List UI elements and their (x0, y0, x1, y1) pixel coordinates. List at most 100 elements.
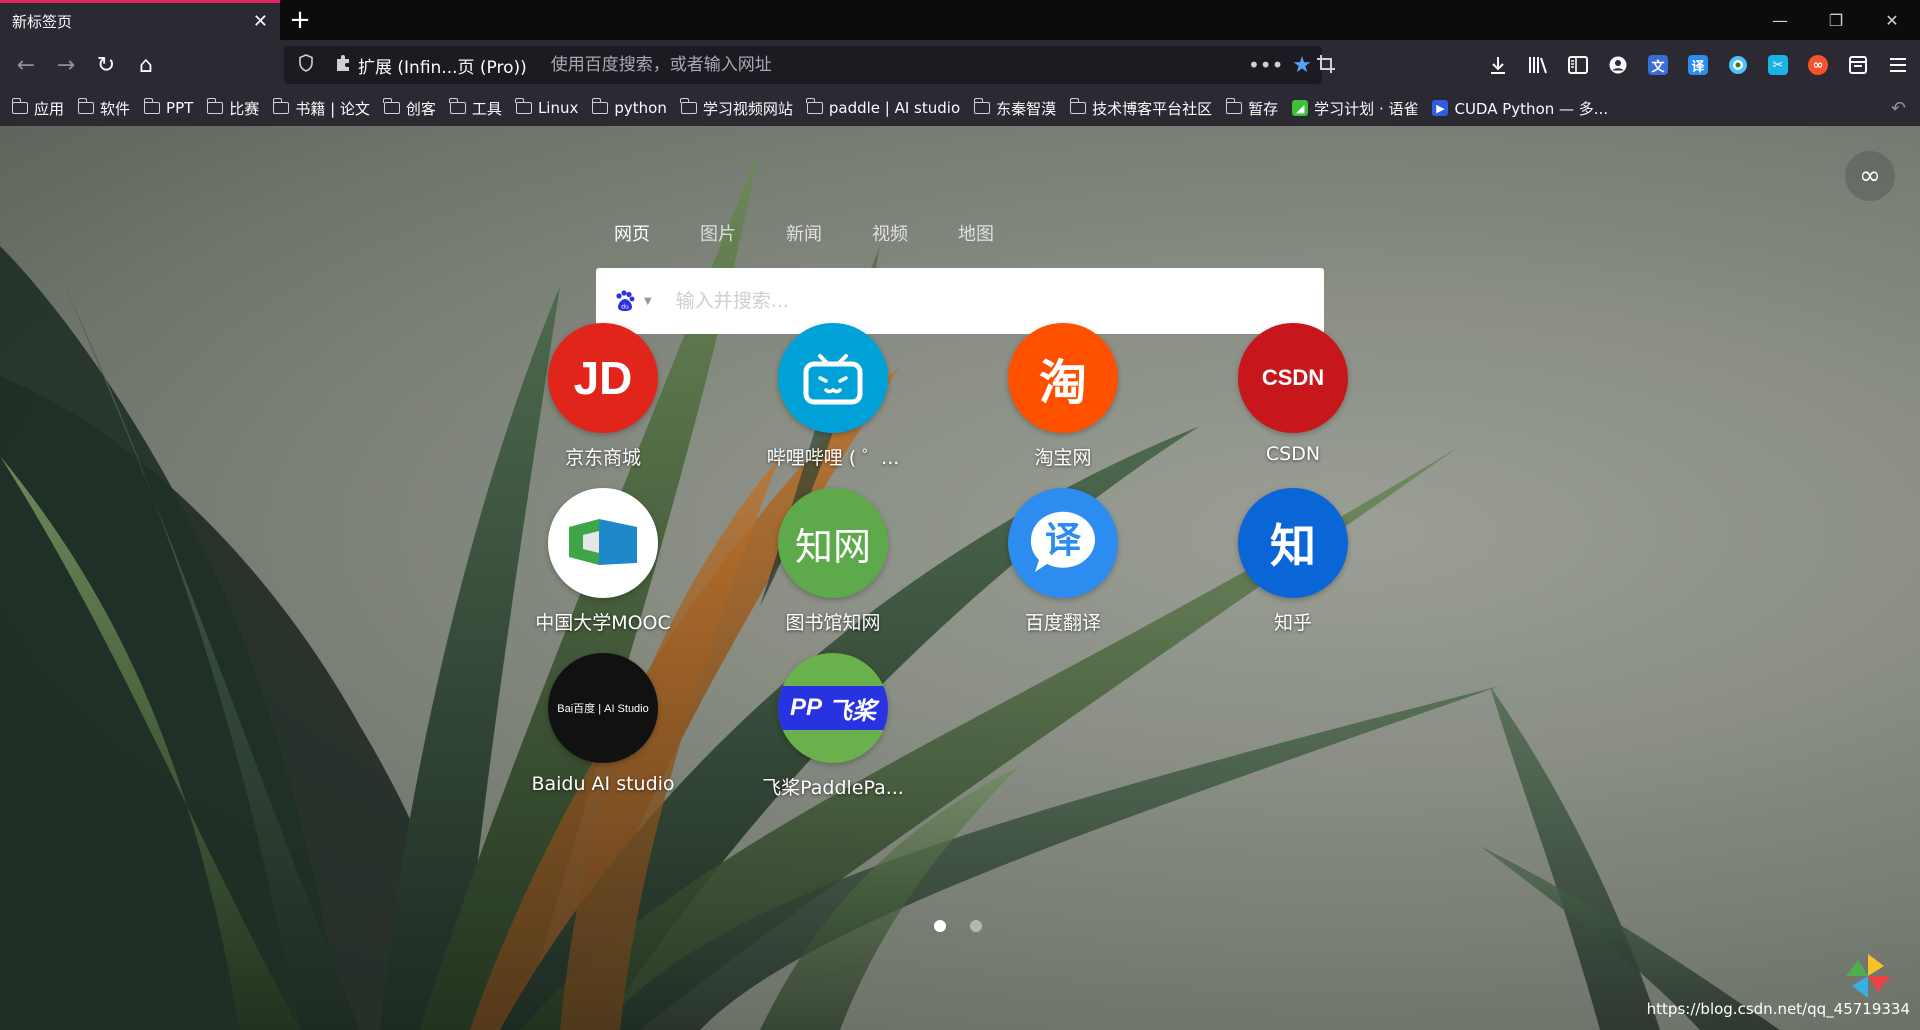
reload-button[interactable]: ↻ (90, 49, 122, 81)
baidu-paw-icon[interactable]: du (612, 288, 638, 314)
bookmark-folder-ppt[interactable]: PPT (143, 98, 193, 117)
folder-icon (515, 98, 532, 114)
download-icon[interactable] (1482, 49, 1514, 81)
bookmark-folder-competition[interactable]: 比赛 (206, 98, 259, 119)
home-button[interactable]: ⌂ (130, 49, 162, 81)
minimize-button[interactable]: — (1752, 0, 1808, 40)
bookmark-folder-video-sites[interactable]: 学习视频网站 (680, 98, 793, 119)
folder-icon (143, 98, 161, 114)
url-input[interactable] (548, 54, 1248, 76)
svg-text:译: 译 (1045, 520, 1082, 561)
url-bar[interactable]: 扩展 (Infin...页 (Pro)) ••• ★ (284, 46, 1322, 84)
folder-icon (680, 98, 697, 114)
bookmark-folder-tech-blogs[interactable]: 技术博客平台社区 (1069, 98, 1212, 119)
chevron-down-icon[interactable]: ▼ (644, 296, 652, 307)
yuque-icon: ◢ (1292, 100, 1309, 116)
background-plant-image (0, 126, 1920, 1030)
folder-icon (272, 98, 290, 114)
forward-button[interactable]: → (50, 49, 82, 81)
tab-new-tab[interactable]: 新标签页 ✕ (0, 0, 280, 40)
pinwheel-icon[interactable] (1844, 952, 1892, 1000)
taobao-logo-icon: 淘 (1008, 323, 1118, 433)
restore-button[interactable]: ❐ (1808, 0, 1864, 40)
bookmark-folder-python[interactable]: python (591, 98, 667, 117)
folder-icon (206, 98, 224, 114)
tile-baidu-translate[interactable]: 译 百度翻译 (978, 488, 1148, 635)
toolbar-icons: 文 译 ✂ ∞ (1482, 49, 1914, 81)
folder-icon (77, 98, 95, 114)
tile-jd[interactable]: JD 京东商城 (518, 323, 688, 470)
search-input[interactable] (673, 289, 1324, 313)
infinity-settings-button[interactable]: ∞ (1845, 151, 1895, 201)
search-tab-video[interactable]: 视频 (872, 220, 908, 246)
tab-strip: 新标签页 ✕ + — ❐ ✕ (0, 0, 1920, 40)
bookmark-folder-dongqin[interactable]: 东秦智漠 (973, 98, 1056, 119)
screenshot-icon[interactable]: ✂ (1762, 49, 1794, 81)
baidu-translate-icon: 译 (1008, 488, 1118, 598)
tab-title: 新标签页 (12, 13, 73, 31)
folder-icon (383, 98, 400, 114)
bookmark-cuda-python[interactable]: ▶ CUDA Python — 多... (1432, 98, 1608, 119)
tile-bilibili[interactable]: 哔哩哔哩 ( ゜... (748, 323, 918, 470)
nav-bar: ← → ↻ ⌂ 扩展 (Infin...页 (Pro)) ••• ★ 文 (0, 40, 1920, 90)
tile-mooc[interactable]: 中国大学MOOC (518, 488, 688, 635)
tile-baidu-ai-studio[interactable]: Bai百度 | AI Studio Baidu AI studio (518, 653, 688, 795)
page-pager (934, 920, 982, 932)
crop-icon[interactable] (1316, 54, 1336, 79)
bookmark-folder-software[interactable]: 软件 (77, 98, 130, 119)
search-tab-images[interactable]: 图片 (700, 220, 736, 246)
container-icon[interactable] (1842, 49, 1874, 81)
new-tab-button[interactable]: + (284, 4, 316, 36)
translate-icon[interactable]: 文 (1642, 49, 1674, 81)
circle-extension-icon[interactable] (1722, 49, 1754, 81)
search-tab-news[interactable]: 新闻 (786, 220, 822, 246)
pager-dot-1[interactable] (934, 920, 946, 932)
page-actions-icon[interactable]: ••• (1248, 53, 1283, 77)
window-controls: — ❐ ✕ (1752, 0, 1920, 40)
cnki-logo-icon: 知网 (778, 488, 888, 598)
bookmark-folder-tools[interactable]: 工具 (449, 98, 502, 119)
close-icon[interactable]: ✕ (253, 11, 268, 32)
baidu-ai-studio-logo-icon: Bai百度 | AI Studio (548, 653, 658, 763)
close-window-button[interactable]: ✕ (1864, 0, 1920, 40)
search-tabs: 网页 图片 新闻 视频 地图 (614, 220, 994, 246)
tile-csdn[interactable]: CSDN CSDN (1208, 323, 1378, 465)
bookmark-folder-paddle[interactable]: paddle | AI studio (806, 98, 960, 117)
zhihu-logo-icon: 知 (1238, 488, 1348, 598)
bilibili-tv-icon (778, 323, 888, 433)
back-button[interactable]: ← (10, 49, 42, 81)
sidebar-icon[interactable] (1562, 49, 1594, 81)
puzzle-icon (334, 54, 352, 77)
bookmark-folder-apps[interactable]: 应用 (11, 98, 64, 119)
account-icon[interactable] (1602, 49, 1634, 81)
bookmark-folder-linux[interactable]: Linux (515, 98, 578, 117)
tile-paddlepaddle[interactable]: PP 飞桨 飞桨PaddlePa... (748, 653, 918, 800)
tile-taobao[interactable]: 淘 淘宝网 (978, 323, 1148, 470)
bookmark-folder-maker[interactable]: 创客 (383, 98, 436, 119)
yi-translate-icon[interactable]: 译 (1682, 49, 1714, 81)
folder-icon (1069, 98, 1087, 114)
new-tab-page: ∞ 网页 图片 新闻 视频 地图 du ▼ JD 京东商城 哔哩哔哩 ( ゜..… (0, 126, 1920, 1030)
watermark-url: https://blog.csdn.net/qq_45719334 (1646, 1000, 1910, 1018)
play-icon: ▶ (1432, 100, 1449, 116)
bookmark-yuque[interactable]: ◢ 学习计划 · 语雀 (1292, 98, 1418, 119)
jd-logo-icon: JD (548, 323, 658, 433)
bookmark-folder-temp[interactable]: 暂存 (1225, 98, 1278, 119)
infinity-extension-icon[interactable]: ∞ (1802, 49, 1834, 81)
svg-text:du: du (621, 304, 629, 311)
library-icon[interactable] (1522, 49, 1554, 81)
tile-zhihu[interactable]: 知 知乎 (1208, 488, 1378, 635)
folder-icon (973, 98, 991, 114)
search-tab-maps[interactable]: 地图 (958, 220, 994, 246)
undo-icon[interactable]: ↶ (1891, 98, 1906, 119)
shield-icon[interactable] (298, 54, 320, 76)
folder-icon (449, 98, 466, 114)
search-tab-web[interactable]: 网页 (614, 220, 650, 246)
paddlepaddle-logo-icon: PP 飞桨 (778, 653, 888, 763)
folder-icon (11, 98, 28, 114)
bookmark-folder-books[interactable]: 书籍 | 论文 (272, 98, 370, 119)
menu-icon[interactable] (1882, 49, 1914, 81)
pager-dot-2[interactable] (970, 920, 982, 932)
tile-cnki[interactable]: 知网 图书馆知网 (748, 488, 918, 635)
bookmarks-bar: 应用 软件 PPT 比赛 书籍 | 论文 创客 工具 Linux python … (0, 90, 1920, 126)
